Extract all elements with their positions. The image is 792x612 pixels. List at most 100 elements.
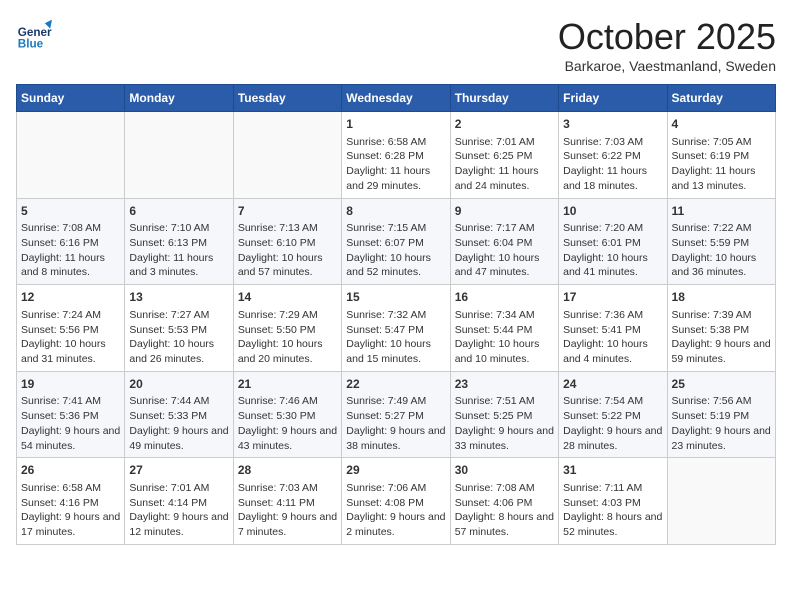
day-info: Sunset: 6:07 PM xyxy=(346,236,445,251)
calendar-cell: 31Sunrise: 7:11 AMSunset: 4:03 PMDayligh… xyxy=(559,458,667,545)
day-info: Sunset: 5:33 PM xyxy=(129,409,228,424)
calendar-cell: 5Sunrise: 7:08 AMSunset: 6:16 PMDaylight… xyxy=(17,198,125,285)
calendar-cell: 2Sunrise: 7:01 AMSunset: 6:25 PMDaylight… xyxy=(450,112,558,199)
weekday-header-wednesday: Wednesday xyxy=(342,85,450,112)
day-number: 24 xyxy=(563,376,662,393)
calendar-cell: 26Sunrise: 6:58 AMSunset: 4:16 PMDayligh… xyxy=(17,458,125,545)
day-number: 31 xyxy=(563,462,662,479)
day-number: 16 xyxy=(455,289,554,306)
day-info: Sunrise: 6:58 AM xyxy=(346,135,445,150)
weekday-header-thursday: Thursday xyxy=(450,85,558,112)
calendar-cell: 24Sunrise: 7:54 AMSunset: 5:22 PMDayligh… xyxy=(559,371,667,458)
week-row-1: 1Sunrise: 6:58 AMSunset: 6:28 PMDaylight… xyxy=(17,112,776,199)
calendar-cell: 9Sunrise: 7:17 AMSunset: 6:04 PMDaylight… xyxy=(450,198,558,285)
day-info: Daylight: 10 hours and 15 minutes. xyxy=(346,337,445,366)
title-block: October 2025 Barkaroe, Vaestmanland, Swe… xyxy=(558,16,776,74)
day-info: Sunrise: 7:39 AM xyxy=(672,308,771,323)
day-info: Daylight: 9 hours and 43 minutes. xyxy=(238,424,337,453)
calendar-cell: 14Sunrise: 7:29 AMSunset: 5:50 PMDayligh… xyxy=(233,285,341,372)
weekday-header-row: SundayMondayTuesdayWednesdayThursdayFrid… xyxy=(17,85,776,112)
day-info: Sunset: 6:16 PM xyxy=(21,236,120,251)
day-info: Daylight: 9 hours and 33 minutes. xyxy=(455,424,554,453)
day-info: Sunrise: 7:29 AM xyxy=(238,308,337,323)
day-info: Daylight: 11 hours and 8 minutes. xyxy=(21,251,120,280)
day-number: 17 xyxy=(563,289,662,306)
day-number: 3 xyxy=(563,116,662,133)
calendar-cell: 4Sunrise: 7:05 AMSunset: 6:19 PMDaylight… xyxy=(667,112,775,199)
day-info: Daylight: 10 hours and 20 minutes. xyxy=(238,337,337,366)
day-info: Sunrise: 7:24 AM xyxy=(21,308,120,323)
calendar-cell: 20Sunrise: 7:44 AMSunset: 5:33 PMDayligh… xyxy=(125,371,233,458)
day-info: Sunrise: 7:27 AM xyxy=(129,308,228,323)
calendar-cell: 21Sunrise: 7:46 AMSunset: 5:30 PMDayligh… xyxy=(233,371,341,458)
day-info: Sunset: 5:22 PM xyxy=(563,409,662,424)
day-info: Daylight: 8 hours and 52 minutes. xyxy=(563,510,662,539)
day-info: Sunrise: 7:08 AM xyxy=(21,221,120,236)
week-row-4: 19Sunrise: 7:41 AMSunset: 5:36 PMDayligh… xyxy=(17,371,776,458)
calendar-cell xyxy=(233,112,341,199)
day-info: Sunrise: 7:01 AM xyxy=(129,481,228,496)
day-number: 2 xyxy=(455,116,554,133)
day-info: Sunset: 5:36 PM xyxy=(21,409,120,424)
day-info: Daylight: 10 hours and 47 minutes. xyxy=(455,251,554,280)
weekday-header-tuesday: Tuesday xyxy=(233,85,341,112)
day-number: 27 xyxy=(129,462,228,479)
logo: General Blue xyxy=(16,16,56,52)
month-title: October 2025 xyxy=(558,16,776,58)
logo-icon: General Blue xyxy=(16,16,52,52)
day-info: Sunrise: 7:36 AM xyxy=(563,308,662,323)
day-info: Daylight: 9 hours and 17 minutes. xyxy=(21,510,120,539)
day-number: 22 xyxy=(346,376,445,393)
calendar-cell: 16Sunrise: 7:34 AMSunset: 5:44 PMDayligh… xyxy=(450,285,558,372)
day-info: Sunrise: 7:54 AM xyxy=(563,394,662,409)
day-info: Sunrise: 7:32 AM xyxy=(346,308,445,323)
week-row-3: 12Sunrise: 7:24 AMSunset: 5:56 PMDayligh… xyxy=(17,285,776,372)
day-info: Sunrise: 7:17 AM xyxy=(455,221,554,236)
day-info: Sunrise: 7:01 AM xyxy=(455,135,554,150)
day-info: Sunset: 6:13 PM xyxy=(129,236,228,251)
day-info: Sunset: 6:01 PM xyxy=(563,236,662,251)
calendar-cell: 3Sunrise: 7:03 AMSunset: 6:22 PMDaylight… xyxy=(559,112,667,199)
day-info: Sunset: 6:04 PM xyxy=(455,236,554,251)
day-info: Daylight: 9 hours and 7 minutes. xyxy=(238,510,337,539)
day-info: Sunrise: 7:49 AM xyxy=(346,394,445,409)
day-info: Daylight: 9 hours and 23 minutes. xyxy=(672,424,771,453)
day-number: 21 xyxy=(238,376,337,393)
weekday-header-friday: Friday xyxy=(559,85,667,112)
day-info: Sunrise: 7:56 AM xyxy=(672,394,771,409)
day-info: Daylight: 11 hours and 13 minutes. xyxy=(672,164,771,193)
day-info: Daylight: 11 hours and 18 minutes. xyxy=(563,164,662,193)
day-number: 8 xyxy=(346,203,445,220)
day-number: 15 xyxy=(346,289,445,306)
calendar-cell: 1Sunrise: 6:58 AMSunset: 6:28 PMDaylight… xyxy=(342,112,450,199)
calendar-cell: 8Sunrise: 7:15 AMSunset: 6:07 PMDaylight… xyxy=(342,198,450,285)
day-number: 6 xyxy=(129,203,228,220)
day-info: Sunrise: 7:13 AM xyxy=(238,221,337,236)
day-number: 12 xyxy=(21,289,120,306)
svg-text:Blue: Blue xyxy=(18,38,44,51)
day-info: Daylight: 9 hours and 54 minutes. xyxy=(21,424,120,453)
day-info: Sunset: 4:06 PM xyxy=(455,496,554,511)
calendar-cell: 19Sunrise: 7:41 AMSunset: 5:36 PMDayligh… xyxy=(17,371,125,458)
day-info: Sunrise: 7:15 AM xyxy=(346,221,445,236)
day-info: Sunrise: 7:05 AM xyxy=(672,135,771,150)
calendar-cell: 12Sunrise: 7:24 AMSunset: 5:56 PMDayligh… xyxy=(17,285,125,372)
weekday-header-saturday: Saturday xyxy=(667,85,775,112)
calendar-cell: 6Sunrise: 7:10 AMSunset: 6:13 PMDaylight… xyxy=(125,198,233,285)
day-info: Sunset: 6:28 PM xyxy=(346,149,445,164)
day-info: Sunrise: 7:20 AM xyxy=(563,221,662,236)
calendar-table: SundayMondayTuesdayWednesdayThursdayFrid… xyxy=(16,84,776,545)
day-info: Daylight: 10 hours and 31 minutes. xyxy=(21,337,120,366)
day-info: Daylight: 9 hours and 2 minutes. xyxy=(346,510,445,539)
calendar-cell: 15Sunrise: 7:32 AMSunset: 5:47 PMDayligh… xyxy=(342,285,450,372)
calendar-cell: 23Sunrise: 7:51 AMSunset: 5:25 PMDayligh… xyxy=(450,371,558,458)
calendar-cell xyxy=(667,458,775,545)
day-number: 11 xyxy=(672,203,771,220)
day-info: Sunrise: 7:41 AM xyxy=(21,394,120,409)
day-info: Sunrise: 7:08 AM xyxy=(455,481,554,496)
day-info: Sunset: 5:19 PM xyxy=(672,409,771,424)
day-number: 5 xyxy=(21,203,120,220)
day-info: Sunset: 5:59 PM xyxy=(672,236,771,251)
day-info: Sunset: 5:25 PM xyxy=(455,409,554,424)
day-number: 19 xyxy=(21,376,120,393)
